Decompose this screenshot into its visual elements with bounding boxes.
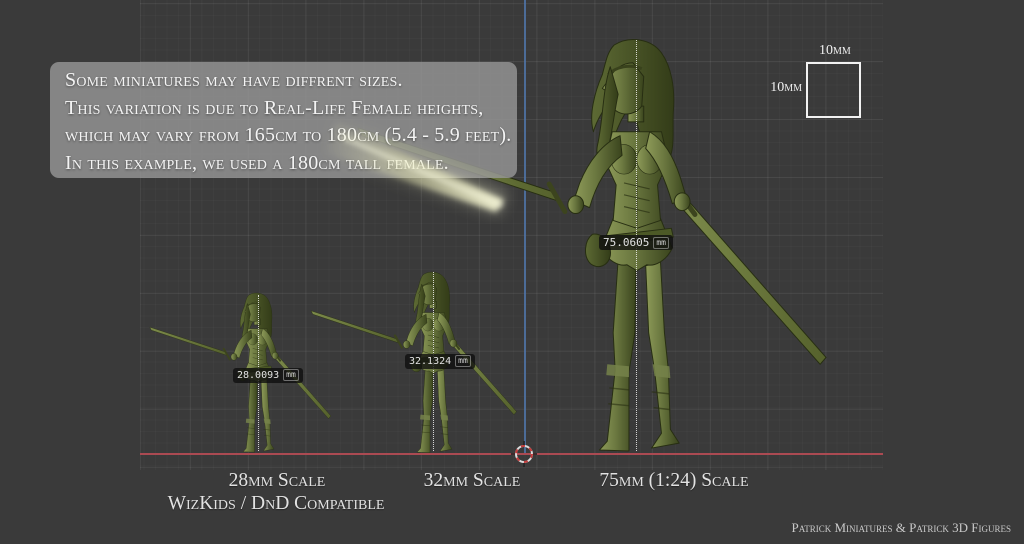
measurement-label-32mm: 32.1324 mm xyxy=(405,354,475,369)
caption-wizkids-compatible: WizKids / DnD Compatible xyxy=(168,493,385,515)
note-line-3: which may vary from 165cm to 180cm (5.4 … xyxy=(65,122,502,150)
measurement-value: 32.1324 xyxy=(409,356,451,367)
note-line-4: In this example, we used a 180cm tall fe… xyxy=(65,150,502,178)
measurement-unit: mm xyxy=(283,369,299,381)
measurement-value: 28.0093 xyxy=(237,370,279,381)
caption-28mm-scale: 28mm Scale xyxy=(229,470,326,492)
blender-3d-viewport[interactable]: 28.0093 mm 32.1324 mm 75.0605 mm Some minia… xyxy=(0,0,1024,544)
measurement-value: 75.0605 xyxy=(603,236,649,249)
caption-32mm-scale: 32mm Scale xyxy=(424,470,521,492)
note-line-2: This variation is due to Real-Life Femal… xyxy=(65,95,502,123)
caption-75mm-scale: 75mm (1:24) Scale xyxy=(599,470,748,492)
note-line-1: Some miniatures may have diffrent sizes. xyxy=(65,67,502,95)
watermark-brand: Patrick Miniatures & Patrick 3D Figures xyxy=(791,520,1011,536)
measurement-label-75mm: 75.0605 mm xyxy=(599,235,673,250)
measurement-unit: mm xyxy=(455,355,471,367)
measurement-label-28mm: 28.0093 mm xyxy=(233,368,303,383)
measurement-unit: mm xyxy=(653,237,669,249)
info-note-box: Some miniatures may have diffrent sizes.… xyxy=(50,62,517,178)
